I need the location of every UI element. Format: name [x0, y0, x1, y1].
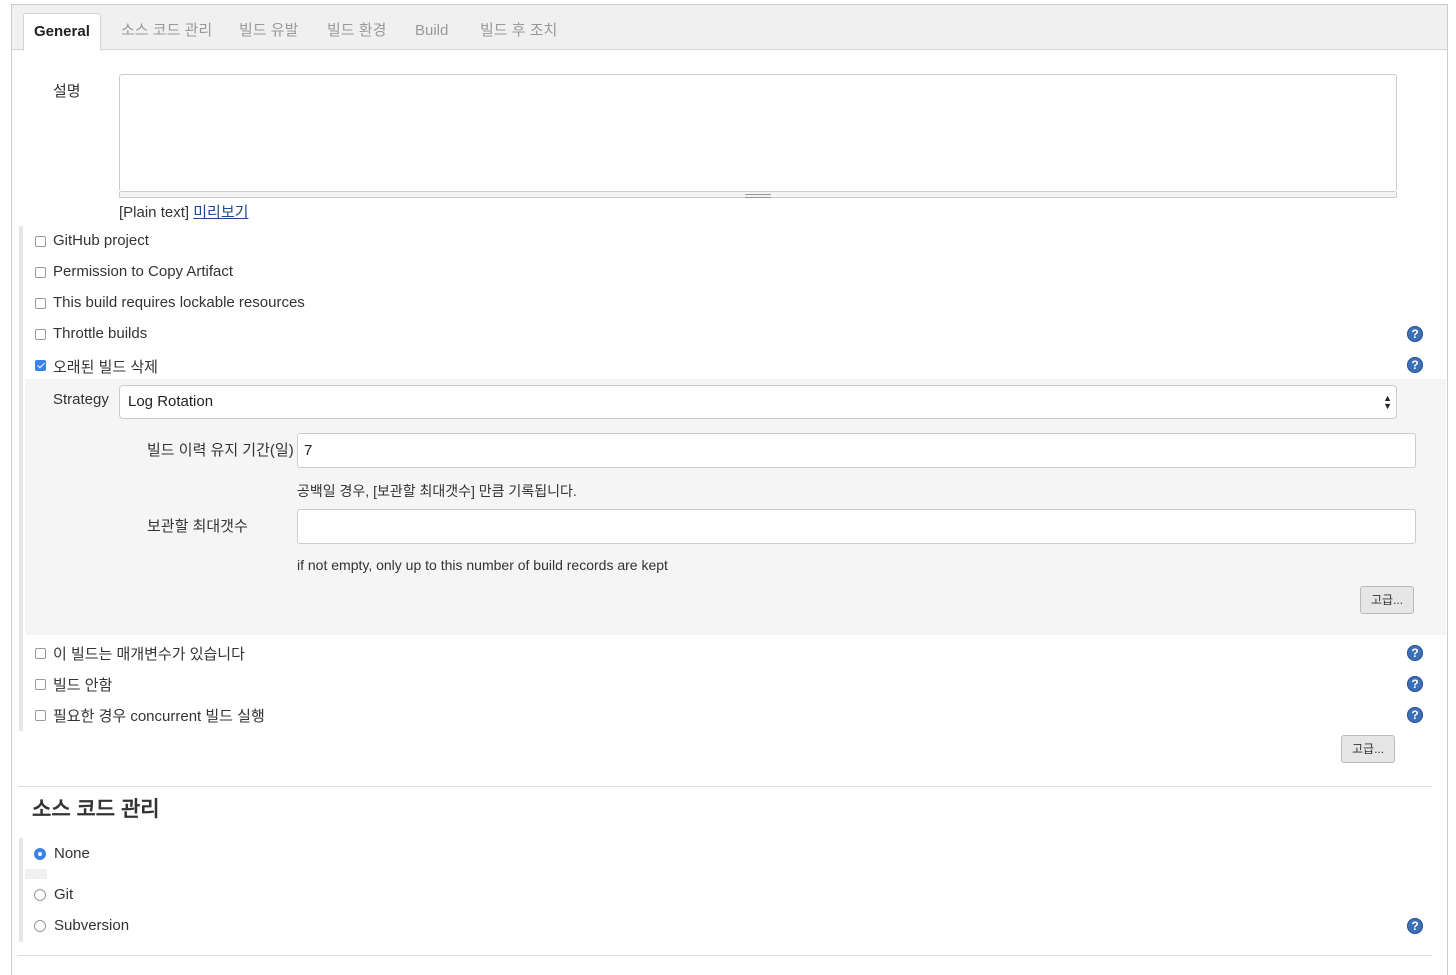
tab-build-triggers[interactable]: 빌드 유발	[229, 13, 308, 49]
description-label: 설명	[53, 83, 81, 100]
days-to-keep-value: 7	[304, 442, 313, 459]
help-icon[interactable]: ?	[1407, 918, 1423, 934]
parameterized-build-checkbox[interactable]	[35, 648, 46, 659]
description-format: [Plain text] 미리보기	[119, 201, 248, 222]
strategy-select[interactable]: Log Rotation ▲ ▼	[119, 385, 1397, 419]
help-icon[interactable]: ?	[1407, 326, 1423, 342]
max-builds-label: 보관할 최대갯수	[147, 518, 248, 535]
description-textarea[interactable]	[119, 74, 1397, 192]
lockable-resources-label: This build requires lockable resources	[53, 294, 305, 311]
scm-subversion-label: Subversion	[54, 917, 130, 934]
tab-source-code-management[interactable]: 소스 코드 관리	[111, 13, 222, 49]
scm-subversion-radio[interactable]	[34, 920, 46, 932]
discard-old-builds-label: 오래된 빌드 삭제	[53, 359, 158, 376]
disable-build-checkbox[interactable]	[35, 679, 46, 690]
concurrent-build-checkbox[interactable]	[35, 710, 46, 721]
throttle-builds-label: Throttle builds	[53, 325, 148, 342]
tab-build[interactable]: Build	[405, 13, 458, 49]
max-builds-input[interactable]	[297, 509, 1416, 544]
github-project-label: GitHub project	[53, 232, 149, 249]
lockable-resources-checkbox[interactable]	[35, 298, 46, 309]
scm-git-radio[interactable]	[34, 889, 46, 901]
strategy-selected-value: Log Rotation	[128, 393, 214, 410]
preview-link[interactable]: 미리보기	[193, 204, 248, 221]
tab-bar: General 소스 코드 관리 빌드 유발 빌드 환경 Build 빌드 후 …	[12, 5, 1447, 51]
discard-old-builds-checkbox[interactable]	[35, 360, 46, 371]
days-to-keep-hint: 공백일 경우, [보관할 최대갯수] 만큼 기록됩니다.	[297, 483, 577, 499]
scm-group-bar	[19, 838, 23, 942]
help-icon[interactable]: ?	[1407, 357, 1423, 373]
resize-grip-icon[interactable]	[745, 194, 771, 198]
strategy-label: Strategy	[53, 391, 109, 408]
disable-build-label: 빌드 안함	[53, 677, 113, 694]
days-to-keep-input[interactable]: 7	[297, 433, 1416, 468]
option-group-bar	[19, 226, 23, 731]
help-icon[interactable]: ?	[1407, 707, 1423, 723]
throttle-builds-checkbox[interactable]	[35, 329, 46, 340]
discard-advanced-button[interactable]: 고급...	[1360, 586, 1415, 614]
help-icon[interactable]: ?	[1407, 645, 1423, 661]
help-icon[interactable]: ?	[1407, 676, 1423, 692]
plain-text-label: [Plain text]	[119, 204, 190, 221]
parameterized-build-label: 이 빌드는 매개변수가 있습니다	[53, 646, 245, 663]
scm-none-indicator	[25, 869, 47, 879]
scm-none-radio[interactable]	[34, 848, 46, 860]
general-advanced-button[interactable]: 고급...	[1341, 735, 1396, 763]
max-builds-hint: if not empty, only up to this number of …	[297, 557, 668, 573]
config-form: General 소스 코드 관리 빌드 유발 빌드 환경 Build 빌드 후 …	[11, 4, 1448, 975]
tab-post-build-actions[interactable]: 빌드 후 조치	[470, 13, 567, 49]
scm-none-label: None	[54, 845, 90, 862]
section-divider	[18, 786, 1432, 787]
permission-copy-artifact-checkbox[interactable]	[35, 267, 46, 278]
scm-git-label: Git	[54, 886, 74, 903]
select-arrows-icon: ▲ ▼	[1383, 393, 1392, 411]
scm-section-title: 소스 코드 관리	[32, 798, 160, 821]
tab-general[interactable]: General	[23, 13, 101, 51]
tab-build-environment[interactable]: 빌드 환경	[317, 13, 396, 49]
days-to-keep-label: 빌드 이력 유지 기간(일)	[147, 442, 294, 459]
github-project-checkbox[interactable]	[35, 236, 46, 247]
permission-copy-artifact-label: Permission to Copy Artifact	[53, 263, 234, 280]
section-divider	[18, 955, 1432, 956]
concurrent-build-label: 필요한 경우 concurrent 빌드 실행	[53, 708, 265, 725]
